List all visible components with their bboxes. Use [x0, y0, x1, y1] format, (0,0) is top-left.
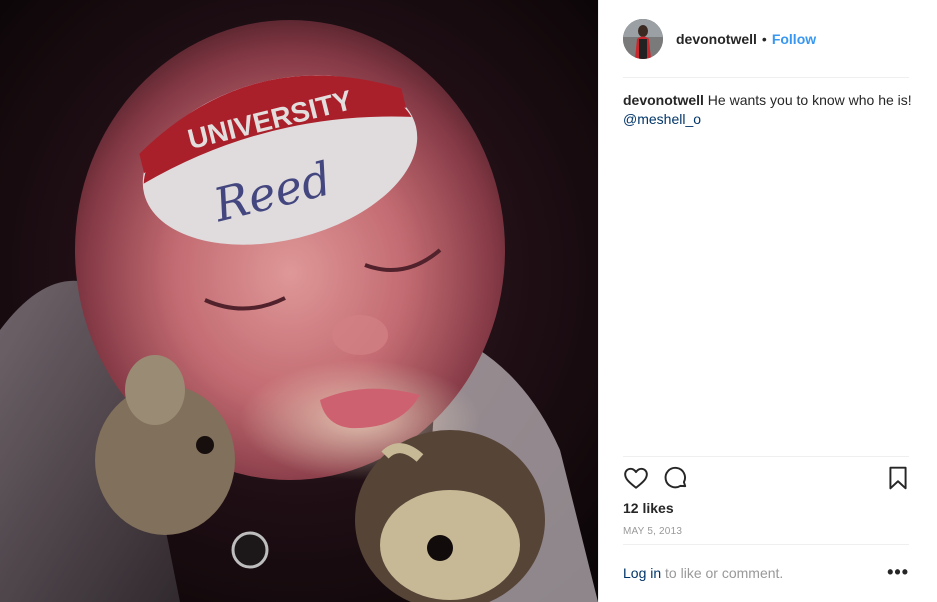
post-caption: devonotwell He wants you to know who he …	[623, 91, 913, 129]
avatar[interactable]	[623, 19, 663, 59]
post-photo[interactable]: UNIVERSITY Reed	[0, 0, 598, 602]
follow-button[interactable]: Follow	[772, 31, 816, 47]
post-actions	[623, 465, 913, 495]
post-side-panel: devonotwell • Follow devonotwell He want…	[598, 0, 937, 602]
caption-mention-link[interactable]: @meshell_o	[623, 111, 701, 127]
comment-prompt: Log in to like or comment.	[623, 565, 783, 581]
more-options-icon[interactable]: •••	[887, 562, 909, 583]
baby-photo-image: UNIVERSITY Reed	[0, 0, 598, 602]
post-username[interactable]: devonotwell	[676, 31, 757, 47]
comment-bubble-icon[interactable]	[663, 465, 691, 493]
comment-prompt-text: to like or comment.	[665, 565, 784, 581]
avatar-image	[623, 19, 663, 59]
caption-text: He wants you to know who he is!	[707, 92, 912, 108]
actions-divider	[623, 456, 909, 457]
heart-icon[interactable]	[623, 465, 651, 493]
comment-divider	[623, 544, 909, 545]
login-link[interactable]: Log in	[623, 565, 661, 581]
post-header: devonotwell • Follow	[623, 18, 909, 60]
header-divider	[623, 77, 909, 78]
caption-username[interactable]: devonotwell	[623, 92, 704, 108]
post-date[interactable]: MAY 5, 2013	[623, 526, 682, 537]
header-separator: •	[761, 31, 767, 47]
likes-count[interactable]: 12 likes	[623, 500, 674, 516]
bookmark-icon[interactable]	[885, 465, 913, 493]
